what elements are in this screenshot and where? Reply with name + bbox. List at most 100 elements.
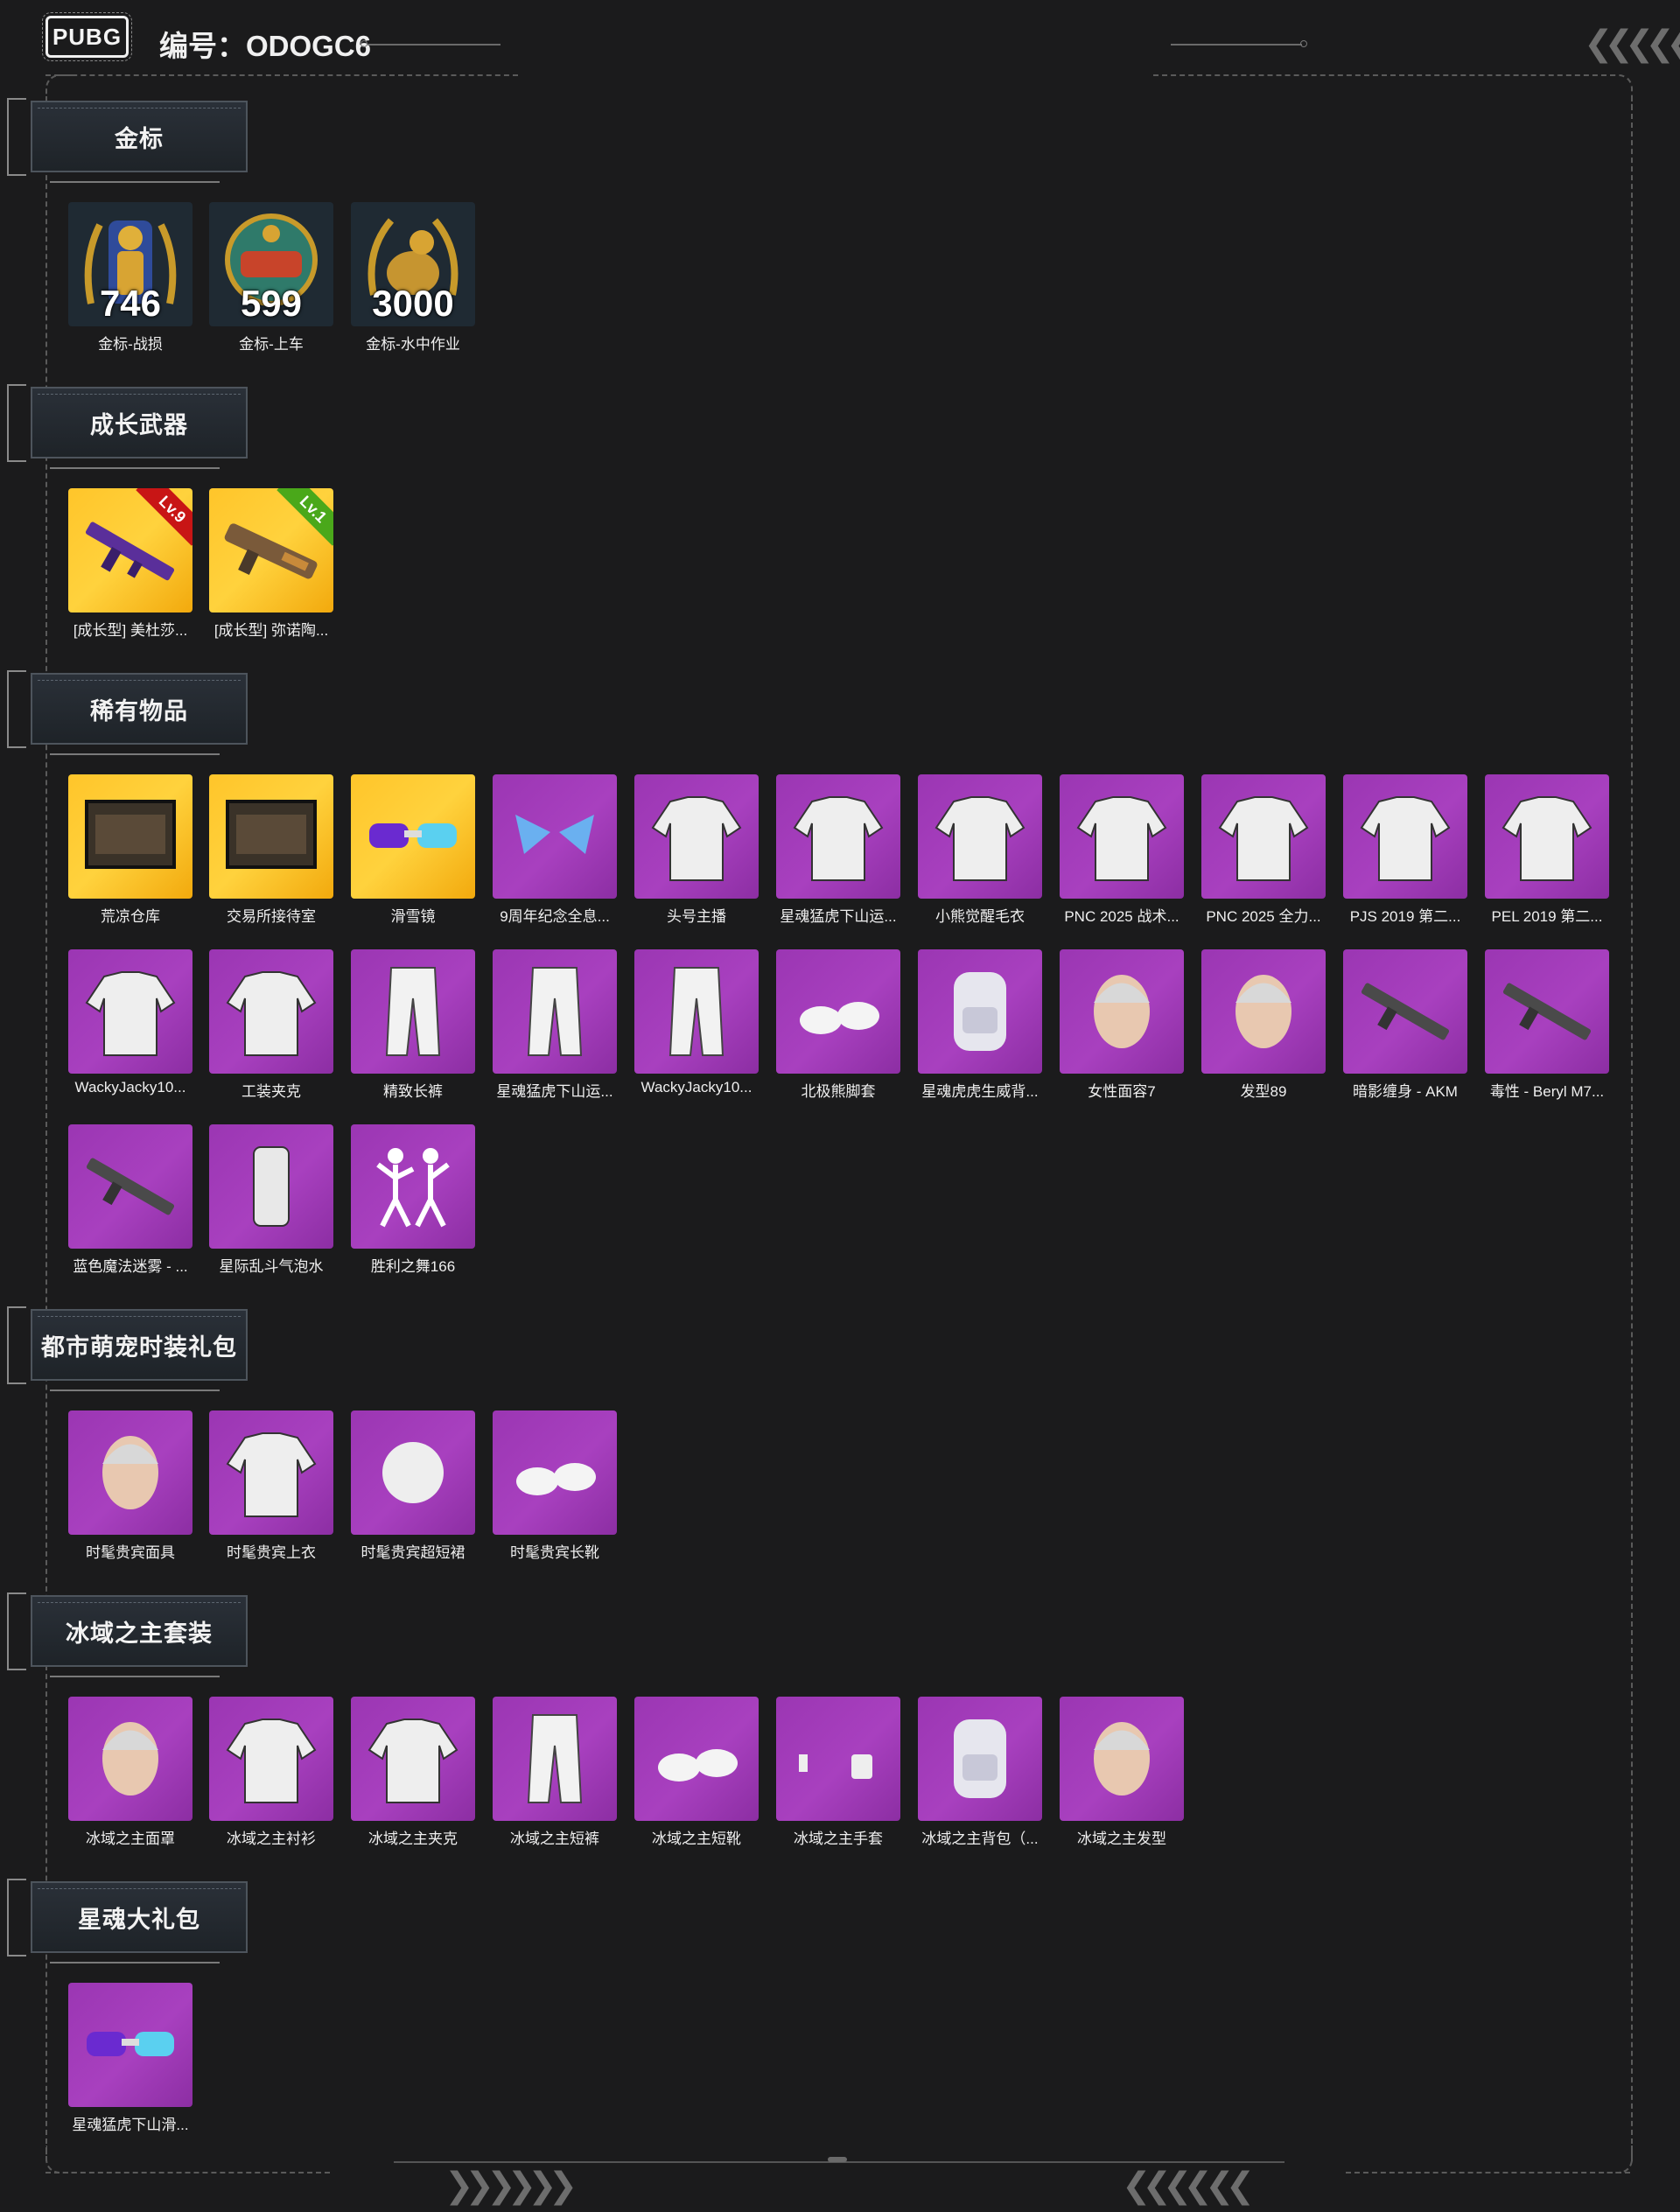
- item-card[interactable]: 冰域之主短裤: [493, 1697, 617, 1848]
- item-tile[interactable]: [493, 1410, 617, 1535]
- item-card[interactable]: Lv.9 [成长型] 美杜莎...: [68, 488, 192, 640]
- pnc-tactical-top-icon: [1060, 774, 1184, 899]
- item-card[interactable]: 冰域之主发型: [1060, 1697, 1184, 1848]
- item-tile[interactable]: [209, 1410, 333, 1535]
- reception-room-scene-icon: [209, 774, 333, 899]
- item-tile[interactable]: [776, 774, 900, 899]
- item-card[interactable]: 3000 金标-水中作业: [351, 202, 475, 354]
- item-tile[interactable]: [634, 1697, 759, 1821]
- item-card[interactable]: WackyJacky10...: [68, 949, 192, 1096]
- item-card[interactable]: 时髦贵宾上衣: [209, 1410, 333, 1562]
- item-card[interactable]: 滑雪镜: [351, 774, 475, 926]
- item-tile[interactable]: [776, 1697, 900, 1821]
- item-card[interactable]: 星际乱斗气泡水: [209, 1124, 333, 1276]
- item-label: 金标-战损: [98, 336, 163, 353]
- item-card[interactable]: 小熊觉醒毛衣: [918, 774, 1042, 926]
- item-card[interactable]: 星魂虎虎生威背...: [918, 949, 1042, 1101]
- item-tile[interactable]: [68, 1697, 192, 1821]
- item-tile[interactable]: [209, 949, 333, 1074]
- wacky-hoodie-icon: [68, 949, 192, 1074]
- item-tile[interactable]: [351, 1124, 475, 1249]
- item-card[interactable]: PJS 2019 第二...: [1343, 774, 1467, 926]
- item-tile[interactable]: [1343, 774, 1467, 899]
- item-card[interactable]: 时髦贵宾长靴: [493, 1410, 617, 1562]
- item-tile[interactable]: [1201, 774, 1326, 899]
- item-card[interactable]: 599 金标-上车: [209, 202, 333, 354]
- item-label: 发型89: [1240, 1083, 1287, 1100]
- item-card[interactable]: 胜利之舞166: [351, 1124, 475, 1276]
- item-tile[interactable]: [634, 774, 759, 899]
- item-card[interactable]: 冰域之主手套: [776, 1697, 900, 1848]
- item-tile[interactable]: [634, 949, 759, 1074]
- footer-chevrons-left-icon: ❮❮❮❮ ❮❮: [1122, 2166, 1255, 2205]
- item-card[interactable]: 冰域之主衬衫: [209, 1697, 333, 1848]
- item-tile[interactable]: Lv.1: [209, 488, 333, 612]
- item-tile[interactable]: [1060, 774, 1184, 899]
- item-tile[interactable]: [493, 774, 617, 899]
- item-tile[interactable]: [493, 1697, 617, 1821]
- item-card[interactable]: 冰域之主面罩: [68, 1697, 192, 1848]
- item-card[interactable]: 时髦贵宾面具: [68, 1410, 192, 1562]
- item-card[interactable]: 头号主播: [634, 774, 759, 926]
- item-tile[interactable]: 746: [68, 202, 192, 326]
- item-card[interactable]: 发型89: [1201, 949, 1326, 1101]
- item-card[interactable]: WackyJacky10...: [634, 949, 759, 1096]
- item-card[interactable]: 冰域之主背包（...: [918, 1697, 1042, 1848]
- item-tile[interactable]: [209, 1124, 333, 1249]
- item-card[interactable]: 星魂猛虎下山滑...: [68, 1983, 192, 2134]
- item-card[interactable]: 女性面容7: [1060, 949, 1184, 1101]
- item-card[interactable]: 时髦贵宾超短裙: [351, 1410, 475, 1562]
- item-tile[interactable]: Lv.9: [68, 488, 192, 612]
- item-tile[interactable]: [918, 774, 1042, 899]
- item-tile[interactable]: [68, 1983, 192, 2107]
- item-tile[interactable]: [68, 774, 192, 899]
- item-card[interactable]: 星魂猛虎下山运...: [493, 949, 617, 1101]
- item-label: 精致长裤: [383, 1083, 443, 1100]
- section-header-growth-weapons: 成长武器: [0, 374, 262, 470]
- item-tile[interactable]: [493, 949, 617, 1074]
- item-tile[interactable]: [351, 1697, 475, 1821]
- item-card[interactable]: 荒凉仓库: [68, 774, 192, 926]
- item-card[interactable]: 冰域之主夹克: [351, 1697, 475, 1848]
- item-tile[interactable]: [1485, 949, 1609, 1074]
- item-card[interactable]: 暗影缠身 - AKM: [1343, 949, 1467, 1101]
- item-tile[interactable]: [68, 1124, 192, 1249]
- item-card[interactable]: 精致长裤: [351, 949, 475, 1101]
- item-card[interactable]: PEL 2019 第二...: [1485, 774, 1609, 926]
- item-card[interactable]: 746 金标-战损: [68, 202, 192, 354]
- item-label: 北极熊脚套: [801, 1083, 876, 1100]
- item-card[interactable]: Lv.1 [成长型] 弥诺陶...: [209, 488, 333, 640]
- item-tile[interactable]: [918, 1697, 1042, 1821]
- item-card[interactable]: 9周年纪念全息...: [493, 774, 617, 926]
- item-tile[interactable]: [1343, 949, 1467, 1074]
- item-tile[interactable]: [918, 949, 1042, 1074]
- ice-boots-icon: [634, 1697, 759, 1821]
- item-tile[interactable]: [351, 949, 475, 1074]
- item-tile[interactable]: 3000: [351, 202, 475, 326]
- item-tile[interactable]: [1201, 949, 1326, 1074]
- item-card[interactable]: 工装夹克: [209, 949, 333, 1101]
- item-tile[interactable]: [209, 1697, 333, 1821]
- item-tile[interactable]: [351, 774, 475, 899]
- item-card[interactable]: PNC 2025 战术...: [1060, 774, 1184, 926]
- item-tile[interactable]: 599: [209, 202, 333, 326]
- item-tile[interactable]: [351, 1410, 475, 1535]
- item-card[interactable]: 星魂猛虎下山运...: [776, 774, 900, 926]
- item-card[interactable]: PNC 2025 全力...: [1201, 774, 1326, 926]
- item-card[interactable]: 冰域之主短靴: [634, 1697, 759, 1848]
- item-card[interactable]: 毒性 - Beryl M7...: [1485, 949, 1609, 1101]
- item-card[interactable]: 交易所接待室: [209, 774, 333, 926]
- streamer-tshirt-icon: [634, 774, 759, 899]
- item-tile[interactable]: [68, 949, 192, 1074]
- item-card[interactable]: 蓝色魔法迷雾 - ...: [68, 1124, 192, 1276]
- item-card[interactable]: 北极熊脚套: [776, 949, 900, 1101]
- item-tile[interactable]: [68, 1410, 192, 1535]
- item-tile[interactable]: [209, 774, 333, 899]
- item-label: 9周年纪念全息...: [500, 908, 610, 925]
- header-line-dot-left: [360, 40, 368, 47]
- account-id: 编号：ODOGC6: [159, 30, 372, 62]
- item-tile[interactable]: [1060, 949, 1184, 1074]
- item-tile[interactable]: [1060, 1697, 1184, 1821]
- item-tile[interactable]: [1485, 774, 1609, 899]
- item-tile[interactable]: [776, 949, 900, 1074]
